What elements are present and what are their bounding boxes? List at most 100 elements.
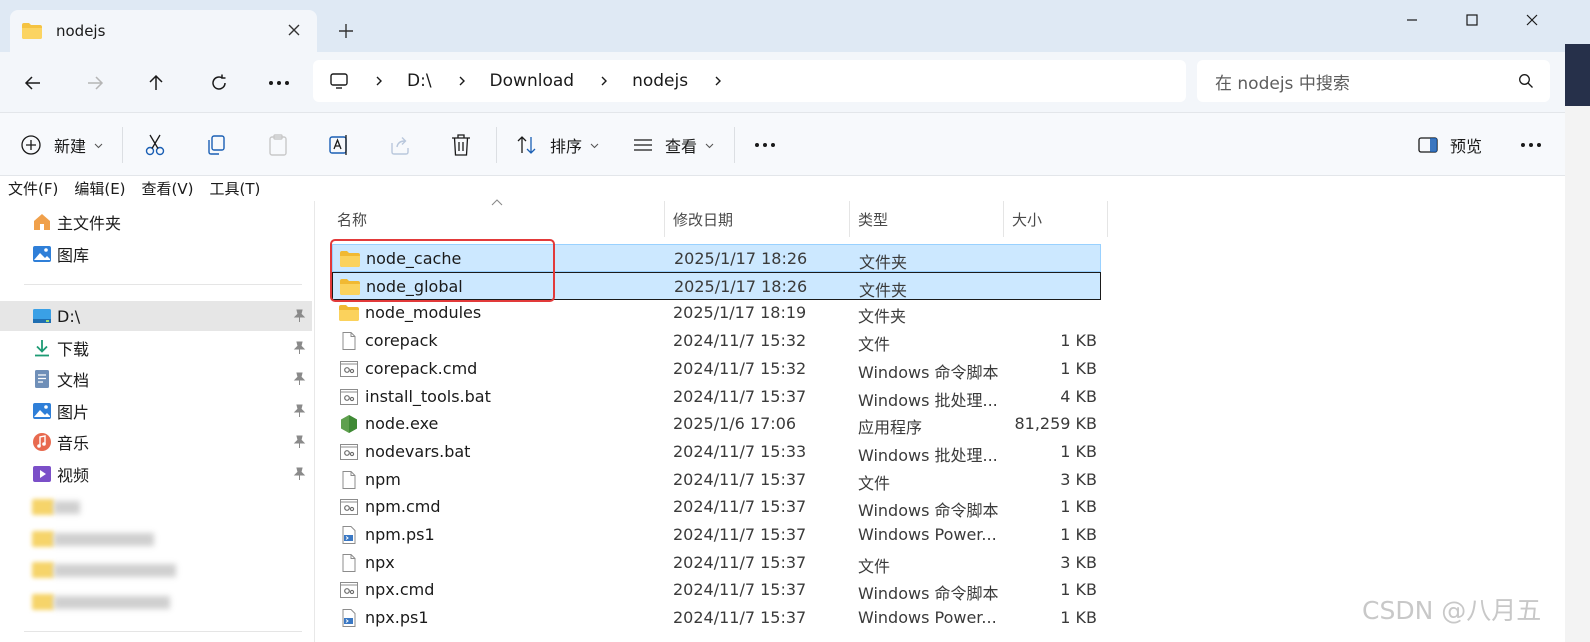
- preview-label: 预览: [1450, 137, 1483, 156]
- file-type: Windows Power...: [858, 525, 997, 544]
- file-name: node.exe: [365, 414, 439, 434]
- file-type: Windows Power...: [858, 608, 997, 628]
- more-nav-button[interactable]: [264, 68, 294, 98]
- paste-button[interactable]: [267, 131, 289, 159]
- tab-nodejs[interactable]: nodejs: [10, 10, 317, 52]
- sidebar-item-documents[interactable]: 文档: [0, 364, 312, 394]
- pin-icon[interactable]: [293, 372, 306, 386]
- column-header-name[interactable]: 名称: [329, 201, 665, 237]
- chevron-down-icon: [705, 143, 714, 148]
- view-button[interactable]: 查看: [633, 131, 714, 159]
- sidebar-item-music[interactable]: 音乐: [0, 427, 312, 457]
- more-icon: [269, 81, 289, 85]
- nodejs-icon: [341, 415, 357, 434]
- script-file-icon: [340, 582, 358, 599]
- file-name: npx.ps1: [365, 608, 429, 628]
- refresh-button[interactable]: [204, 68, 234, 98]
- arrow-left-icon: [24, 76, 40, 90]
- pin-icon[interactable]: [293, 467, 306, 481]
- column-header-date[interactable]: 修改日期: [665, 201, 850, 237]
- file-date: 2024/11/7 15:32: [673, 358, 807, 378]
- redacted-folder[interactable]: [32, 529, 162, 549]
- rename-button[interactable]: [328, 131, 350, 159]
- file-type: 文件夹: [859, 280, 908, 300]
- menu-edit[interactable]: 编辑(E): [74, 178, 125, 199]
- cut-button[interactable]: [144, 131, 166, 159]
- plus-circle-icon: [21, 135, 41, 155]
- sidebar-item-drive-d[interactable]: D:\: [0, 301, 312, 331]
- pin-icon[interactable]: [293, 341, 306, 355]
- file-row[interactable]: npx.cmd 2024/11/7 15:37 Windows 命令脚本 1 KB: [332, 576, 1101, 604]
- column-header-size[interactable]: 大小: [1004, 201, 1108, 237]
- pin-icon[interactable]: [293, 404, 306, 418]
- computer-icon: [330, 73, 348, 89]
- file-row[interactable]: nodevars.bat 2024/11/7 15:33 Windows 批处理..…: [332, 438, 1101, 466]
- file-row[interactable]: node_modules 2025/1/17 18:19 文件夹: [332, 299, 1101, 327]
- file-row[interactable]: node.exe 2025/1/6 17:06 应用程序 81,259 KB: [332, 410, 1101, 438]
- delete-button[interactable]: [450, 131, 472, 159]
- column-header-type[interactable]: 类型: [850, 201, 1004, 237]
- file-name: corepack: [365, 331, 438, 351]
- file-row[interactable]: npm.ps1 2024/11/7 15:37 Windows Power... 1 …: [332, 521, 1101, 549]
- address-bar[interactable]: D:\ Download nodejs: [313, 60, 1186, 102]
- redacted-folder[interactable]: [32, 497, 92, 517]
- minimize-button[interactable]: [1392, 8, 1432, 32]
- menu-file[interactable]: 文件(F): [8, 178, 58, 199]
- copy-button[interactable]: [205, 131, 227, 159]
- search-icon[interactable]: [1518, 73, 1534, 89]
- paste-icon: [269, 134, 287, 156]
- options-more-button[interactable]: [1520, 131, 1542, 159]
- file-type: Windows 命令脚本: [858, 362, 999, 382]
- file-row[interactable]: install_tools.bat 2024/11/7 15:37 Windows …: [332, 383, 1101, 411]
- close-tab-icon[interactable]: [285, 21, 303, 39]
- back-button[interactable]: [18, 68, 48, 98]
- sidebar-divider: [24, 284, 302, 285]
- menu-view[interactable]: 查看(V): [142, 178, 194, 199]
- file-row[interactable]: corepack 2024/11/7 15:32 文件 1 KB: [332, 327, 1101, 355]
- sidebar-item-home[interactable]: 主文件夹: [0, 207, 312, 237]
- file-row[interactable]: npx.ps1 2024/11/7 15:37 Windows Power... 1 …: [332, 604, 1101, 632]
- folder-icon: [22, 23, 42, 39]
- see-more-button[interactable]: [754, 131, 776, 159]
- toolbar-divider: [734, 127, 735, 163]
- new-tab-icon[interactable]: [335, 20, 357, 42]
- video-icon: [33, 466, 51, 482]
- breadcrumb-download[interactable]: Download: [490, 71, 575, 91]
- breadcrumb-drive[interactable]: D:\: [407, 71, 432, 91]
- file-row[interactable]: npm 2024/11/7 15:37 文件 3 KB: [332, 466, 1101, 494]
- file-date: 2024/11/7 15:37: [673, 386, 807, 406]
- file-size: 1 KB: [1060, 525, 1097, 544]
- menu-tools[interactable]: 工具(T): [210, 178, 261, 199]
- sort-icon: [517, 136, 536, 154]
- maximize-button[interactable]: [1452, 8, 1492, 32]
- sidebar-item-gallery[interactable]: 图库: [0, 239, 312, 269]
- new-button[interactable]: 新建: [20, 131, 103, 159]
- file-type: 应用程序: [858, 418, 923, 438]
- search-input[interactable]: 在 nodejs 中搜索: [1197, 60, 1550, 102]
- sidebar-item-videos[interactable]: 视频: [0, 459, 312, 489]
- folder-icon: [32, 562, 54, 578]
- forward-button[interactable]: [80, 68, 110, 98]
- redacted-folder[interactable]: [32, 560, 182, 580]
- sidebar-item-downloads[interactable]: 下载: [0, 333, 312, 363]
- close-window-button[interactable]: [1512, 8, 1552, 32]
- pin-icon[interactable]: [293, 435, 306, 449]
- file-row[interactable]: corepack.cmd 2024/11/7 15:32 Windows 命令脚本 1…: [332, 355, 1101, 383]
- share-button[interactable]: [389, 131, 411, 159]
- redacted-folder[interactable]: [32, 592, 177, 612]
- sidebar-item-pictures[interactable]: 图片: [0, 396, 312, 426]
- file-row[interactable]: npm.cmd 2024/11/7 15:37 Windows 命令脚本 1 KB: [332, 493, 1101, 521]
- list-view-icon: [634, 139, 652, 151]
- redacted-label: [54, 596, 170, 609]
- sidebar-item-label: 图片: [57, 403, 90, 422]
- preview-button[interactable]: 预览: [1418, 131, 1482, 159]
- pin-icon[interactable]: [293, 309, 306, 323]
- up-button[interactable]: [141, 68, 171, 98]
- file-row[interactable]: npx 2024/11/7 15:37 文件 3 KB: [332, 549, 1101, 577]
- chevron-right-icon[interactable]: [712, 75, 724, 87]
- file-name: nodevars.bat: [365, 441, 471, 461]
- sort-button[interactable]: 排序: [516, 131, 599, 159]
- file-type: 文件: [858, 556, 891, 576]
- breadcrumb-nodejs[interactable]: nodejs: [632, 71, 688, 91]
- file-type: Windows 批处理...: [858, 445, 998, 465]
